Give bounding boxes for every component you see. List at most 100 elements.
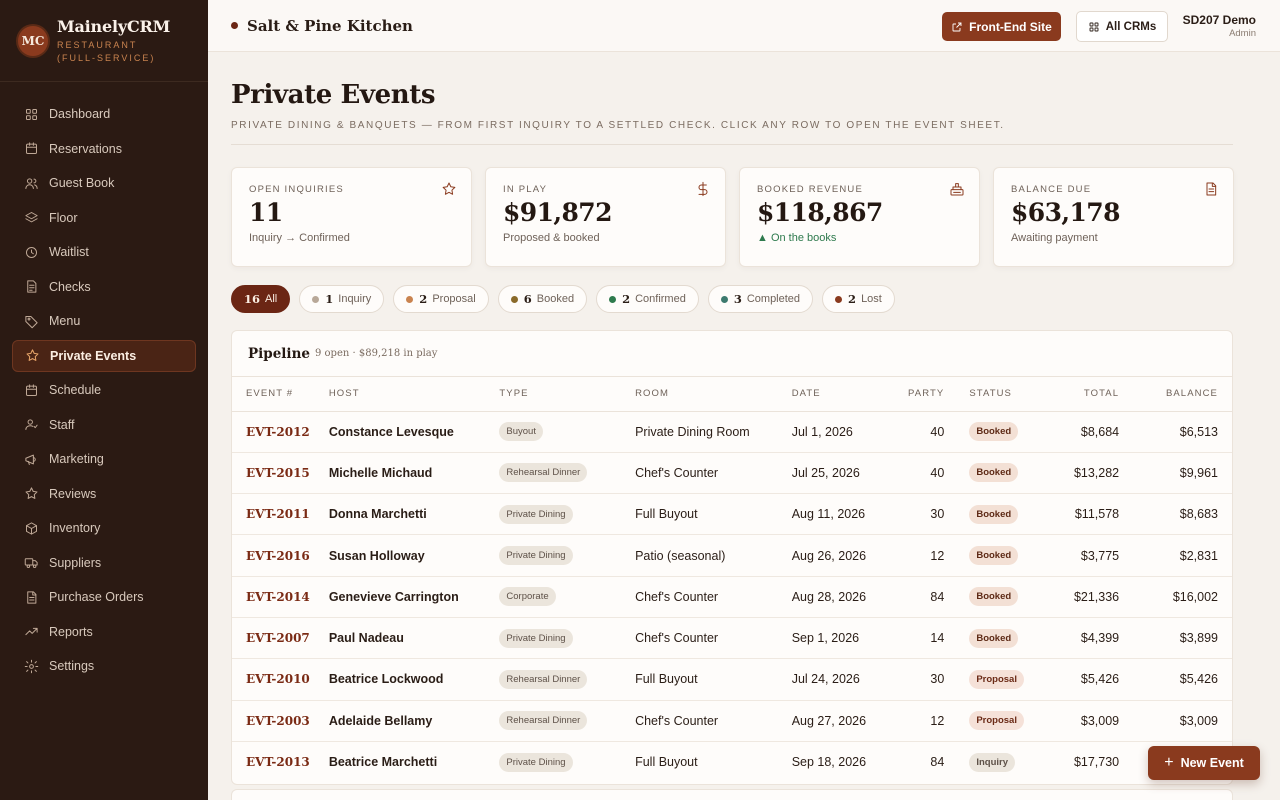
table-row[interactable]: EVT-2015 Michelle Michaud Rehearsal Dinner… [232, 452, 1232, 495]
sidebar-item-purchase-orders[interactable]: Purchase Orders [12, 581, 196, 613]
sidebar-item-label: Private Events [50, 348, 137, 363]
event-total: $13,282 [1038, 452, 1120, 495]
column-header-balance[interactable]: Balance [1119, 377, 1232, 412]
event-party: 14 [891, 617, 945, 660]
sidebar-item-private-events[interactable]: Private Events [12, 339, 196, 372]
status-badge: Booked [969, 463, 1019, 483]
sidebar-item-label: Staff [49, 417, 75, 432]
megaphone-icon [23, 451, 39, 467]
event-total: $8,684 [1038, 411, 1120, 453]
sidebar-item-dashboard[interactable]: Dashboard [12, 98, 196, 130]
table-row[interactable]: EVT-2007 Paul Nadeau Private Dining Chef's … [232, 617, 1232, 660]
column-header-total[interactable]: Total [1038, 377, 1120, 412]
grid-icon [1089, 22, 1099, 31]
sidebar-item-staff[interactable]: Staff [12, 409, 196, 441]
status-dot [835, 295, 843, 303]
sidebar-item-reports[interactable]: Reports [12, 616, 196, 648]
event-date: Aug 28, 2026 [791, 576, 892, 618]
sidebar-item-label: Settings [49, 659, 95, 673]
filter-chip-confirmed[interactable]: 2 Confirmed [596, 285, 699, 313]
filter-chip-proposal[interactable]: 2 Proposal [393, 285, 489, 313]
event-id[interactable]: EVT-2015 [246, 466, 310, 480]
status-badge: Booked [969, 546, 1019, 566]
all-crms-button[interactable]: All CRMs [1076, 11, 1168, 42]
venue-dot [231, 22, 238, 29]
kpi-subtext: Awaiting payment [1011, 232, 1098, 244]
filter-chip-all[interactable]: 16 All [231, 285, 291, 313]
column-header-room[interactable]: Room [635, 377, 792, 412]
sidebar-item-floor[interactable]: Floor [12, 202, 196, 234]
kpi-label: Balance Due [1011, 184, 1092, 195]
new-event-label: New Event [1180, 756, 1244, 770]
column-header-type[interactable]: Type [499, 377, 636, 412]
new-event-button[interactable]: + New Event [1148, 746, 1260, 780]
status-dot [510, 295, 518, 303]
event-room: Chef's Counter [635, 617, 792, 660]
table-row[interactable]: EVT-2013 Beatrice Marchetti Private Dining… [232, 741, 1232, 782]
table-row[interactable]: EVT-2003 Adelaide Bellamy Rehearsal Dinner… [232, 700, 1232, 742]
sidebar-item-label: Purchase Orders [49, 590, 144, 604]
event-id[interactable]: EVT-2014 [246, 590, 310, 604]
event-id[interactable]: EVT-2012 [246, 425, 310, 439]
event-total: $3,775 [1038, 534, 1120, 577]
sidebar-item-reservations[interactable]: Reservations [12, 133, 196, 165]
plus-icon: + [1164, 754, 1174, 771]
filter-chip-lost[interactable]: 2 Lost [822, 285, 895, 313]
event-id[interactable]: EVT-2013 [246, 755, 310, 769]
table-row[interactable]: EVT-2016 Susan Holloway Private Dining Pati… [232, 534, 1232, 577]
event-total: $11,578 [1038, 493, 1120, 536]
event-id[interactable]: EVT-2007 [246, 631, 310, 645]
sidebar-item-checks[interactable]: Checks [12, 271, 196, 303]
user-menu[interactable]: SD207 Demo Admin [1183, 13, 1256, 39]
event-id[interactable]: EVT-2011 [246, 507, 310, 521]
external-link-icon [952, 22, 962, 31]
all-crms-label: All CRMs [1105, 20, 1157, 33]
event-total: $17,730 [1073, 755, 1120, 770]
status-dot [312, 295, 320, 303]
filter-chip-completed[interactable]: 3 Completed [707, 285, 814, 313]
event-type-badge: Private Dining [499, 546, 573, 566]
event-id[interactable]: EVT-2003 [246, 714, 310, 728]
event-id[interactable]: EVT-2016 [246, 549, 310, 563]
trend-icon [23, 624, 39, 640]
kpi-subtext: Inquiry → Confirmed [249, 232, 350, 244]
front-end-site-label: Front-End Site [969, 19, 1052, 34]
sidebar-item-reviews[interactable]: Reviews [12, 478, 196, 510]
front-end-site-button[interactable]: Front-End Site [942, 12, 1061, 41]
sidebar-item-guest-book[interactable]: Guest Book [12, 167, 196, 199]
event-total: $4,399 [1038, 617, 1120, 660]
sidebar-item-schedule[interactable]: Schedule [12, 374, 196, 406]
event-balance: $16,002 [1119, 576, 1232, 618]
sidebar-item-menu[interactable]: Menu [12, 305, 196, 337]
table-row[interactable]: EVT-2010 Beatrice Lockwood Rehearsal Dinne… [232, 658, 1232, 701]
column-header-event[interactable]: Event # [232, 377, 329, 412]
kpi-value: 11 [249, 198, 283, 227]
table-row[interactable]: EVT-2011 Donna Marchetti Private Dining Ful… [232, 493, 1232, 536]
event-id[interactable]: EVT-2010 [246, 672, 310, 686]
sidebar-item-label: Floor [49, 210, 78, 225]
status-badge: Inquiry [969, 752, 1015, 772]
filter-chip-inquiry[interactable]: 1 Inquiry [299, 285, 385, 313]
column-header-date[interactable]: Date [791, 377, 892, 412]
table-row[interactable]: EVT-2012 Constance Levesque Buyout Private … [232, 411, 1232, 453]
kpi-value: $118,867 [757, 198, 883, 227]
sidebar-item-settings[interactable]: Settings [12, 650, 196, 682]
table-row[interactable]: EVT-2014 Genevieve Carrington Corporate Che… [232, 576, 1232, 618]
column-header-status[interactable]: Status [944, 377, 1039, 412]
brand[interactable]: MC MainelyCRM Restaurant (Full-Service) [0, 0, 208, 82]
sidebar-item-waitlist[interactable]: Waitlist [12, 236, 196, 268]
kpi-subtext: ▲ On the books [757, 232, 837, 244]
sidebar-item-suppliers[interactable]: Suppliers [12, 547, 196, 579]
filter-chip-booked[interactable]: 6 Booked [497, 285, 588, 313]
grid-icon [23, 106, 39, 122]
column-header-party[interactable]: Party [891, 377, 945, 412]
column-header-host[interactable]: Host [328, 377, 500, 412]
sidebar-item-label: Reservations [49, 141, 122, 156]
event-room: Full Buyout [635, 493, 792, 536]
sidebar-item-label: Menu [49, 314, 81, 328]
sidebar-item-inventory[interactable]: Inventory [12, 512, 196, 544]
sidebar-item-marketing[interactable]: Marketing [12, 443, 196, 475]
divider [231, 144, 1233, 145]
filter-label: Confirmed [635, 293, 686, 305]
event-total: $3,009 [1038, 700, 1120, 742]
